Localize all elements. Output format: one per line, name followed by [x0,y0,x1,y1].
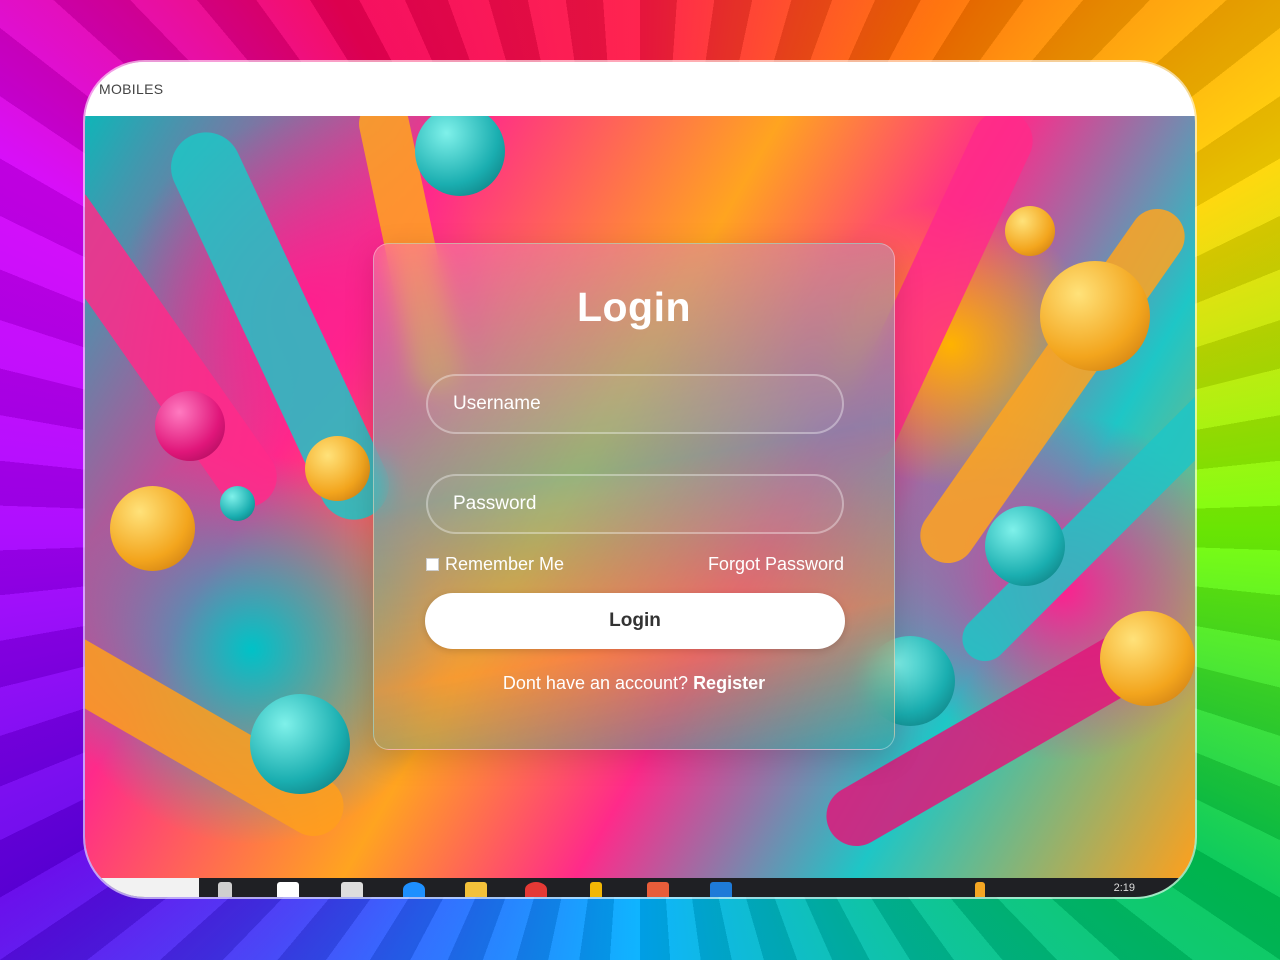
weather-icon[interactable] [975,882,985,897]
password-input[interactable] [426,474,844,534]
app-yellow-icon[interactable] [590,882,602,897]
register-prompt: Dont have an account? Register [374,673,894,694]
register-prompt-text: Dont have an account? [502,673,689,693]
username-input[interactable] [426,374,844,434]
remember-me-label: Remember Me [445,554,565,574]
forgot-password-link[interactable]: Forgot Password [708,554,844,575]
taskbar-clock[interactable]: 2:19 [1114,882,1135,894]
remember-me[interactable]: Remember Me [426,554,564,575]
login-button[interactable]: Login [425,593,845,649]
remember-me-checkbox[interactable] [426,558,439,571]
taskbar-search-area[interactable] [85,878,199,897]
title-bar: MOBILES [85,62,1195,116]
chrome-icon[interactable] [525,882,547,897]
edge-icon[interactable] [403,882,425,897]
register-link[interactable]: Register [693,673,765,693]
task-view-icon[interactable] [218,882,232,897]
store-icon[interactable] [341,882,363,897]
login-options-row: Remember Me Forgot Password [426,554,844,576]
folder-icon[interactable] [465,882,487,897]
vscode-icon[interactable] [710,882,732,897]
window-title: MOBILES [99,81,164,97]
login-card: Login Remember Me Forgot Password Login … [373,243,895,750]
app-orange-icon[interactable] [647,882,669,897]
taskbar: 2:19 [85,878,1195,897]
home-icon[interactable] [277,882,299,897]
login-heading: Login [576,284,692,330]
